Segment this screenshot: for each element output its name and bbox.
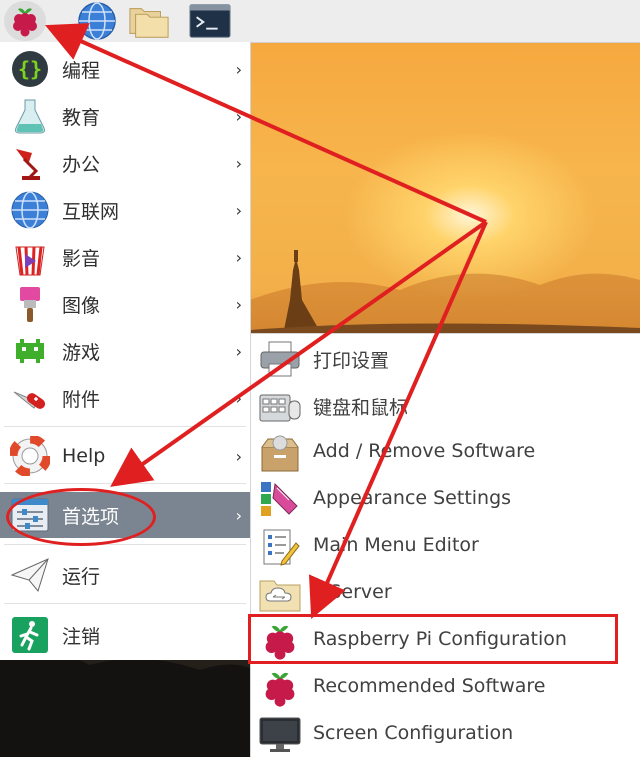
- submenu-arrow-icon: ›: [235, 200, 242, 220]
- main-menu: {} 编程 › 教育 › 办公 › 互联网 › 影音 › 图像 › 游戏 › 附…: [0, 42, 251, 660]
- menu-item-help[interactable]: Help ›: [0, 433, 250, 479]
- taskbar: [0, 0, 640, 43]
- submenu-item-screen-configuration[interactable]: Screen Configuration: [251, 711, 640, 757]
- menu-item-label: 游戏: [62, 341, 101, 364]
- menu-item-accessories[interactable]: 附件 ›: [0, 375, 250, 421]
- globe-icon: [78, 2, 116, 40]
- submenu-arrow-icon: ›: [235, 388, 242, 408]
- menu-item-label: 运行: [62, 565, 101, 588]
- code-braces-icon: {}: [8, 48, 52, 90]
- terminal-icon: [189, 4, 231, 38]
- menu-item-label: 办公: [62, 153, 101, 176]
- menu-item-games[interactable]: 游戏 ›: [0, 328, 250, 374]
- flask-icon: [8, 95, 52, 137]
- terminal-button[interactable]: [189, 1, 231, 41]
- preferences-icon: [8, 494, 52, 536]
- file-manager-button[interactable]: [128, 1, 170, 41]
- menu-item-label: 互联网: [62, 200, 120, 223]
- raspberry-icon: [257, 620, 303, 662]
- menu-item-logout[interactable]: 注销: [0, 612, 250, 658]
- submenu-arrow-icon: ›: [235, 294, 242, 314]
- software-box-icon: [257, 432, 303, 474]
- web-browser-button[interactable]: [76, 1, 118, 41]
- menu-item-graphics[interactable]: 图像 ›: [0, 281, 250, 327]
- preferences-submenu: 打印设置 键盘和鼠标 Add / Remove Software Appeara…: [250, 333, 640, 757]
- globe-icon: [8, 189, 52, 231]
- submenu-arrow-icon: ›: [235, 247, 242, 267]
- menu-item-run[interactable]: 运行: [0, 552, 250, 598]
- menu-separator: [4, 544, 246, 545]
- submenu-item-recommended-software[interactable]: Recommended Software: [251, 664, 640, 711]
- space-invader-icon: [8, 330, 52, 372]
- desktop: {} 编程 › 教育 › 办公 › 互联网 › 影音 › 图像 › 游戏 › 附…: [0, 0, 640, 757]
- menu-item-label: Help: [62, 445, 106, 467]
- lifebuoy-icon: [8, 435, 52, 477]
- submenu-item-label: Raspberry Pi Configuration: [313, 628, 567, 650]
- submenu-item-label: Recommended Software: [313, 675, 546, 697]
- monitor-icon: [257, 714, 303, 756]
- menu-separator: [4, 426, 246, 427]
- swiss-knife-icon: [8, 377, 52, 419]
- appearance-palette-icon: [257, 479, 303, 521]
- submenu-item-label: Screen Configuration: [313, 722, 514, 744]
- menu-item-sound-video[interactable]: 影音 ›: [0, 234, 250, 280]
- submenu-item-appearance-settings[interactable]: Appearance Settings: [251, 476, 640, 523]
- submenu-item-label: 打印设置: [313, 350, 390, 372]
- menu-item-label: 影音: [62, 247, 101, 270]
- submenu-arrow-icon: ›: [235, 446, 242, 466]
- submenu-item-label: Add / Remove Software: [313, 440, 536, 462]
- submenu-arrow-icon: ›: [235, 505, 242, 525]
- submenu-item-keyboard-mouse[interactable]: 键盘和鼠标: [251, 382, 640, 429]
- menu-item-label: 附件: [62, 388, 101, 411]
- submenu-arrow-icon: ›: [235, 153, 242, 173]
- menu-item-internet[interactable]: 互联网 ›: [0, 187, 250, 233]
- printer-icon: [257, 338, 303, 380]
- cloud-folder-icon: [257, 573, 303, 615]
- paper-plane-icon: [8, 554, 52, 596]
- menu-item-education[interactable]: 教育 ›: [0, 93, 250, 139]
- submenu-arrow-icon: ›: [235, 106, 242, 126]
- menu-item-preferences[interactable]: 首选项 ›: [0, 492, 250, 538]
- folders-icon: [129, 8, 169, 38]
- submenu-item-piserver[interactable]: PiServer: [251, 570, 640, 617]
- menu-item-label: 教育: [62, 106, 101, 129]
- submenu-item-label: PiServer: [313, 581, 392, 603]
- submenu-arrow-icon: ›: [235, 59, 242, 79]
- menu-item-office[interactable]: 办公 ›: [0, 140, 250, 186]
- popcorn-icon: [8, 236, 52, 278]
- menu-item-label: 编程: [62, 59, 101, 82]
- exit-running-man-icon: [8, 614, 52, 656]
- submenu-item-label: Main Menu Editor: [313, 534, 479, 556]
- menu-item-programming[interactable]: {} 编程 ›: [0, 46, 250, 92]
- submenu-item-label: Appearance Settings: [313, 487, 512, 509]
- menu-item-label: 注销: [62, 625, 101, 648]
- menu-launcher-button[interactable]: [4, 1, 46, 41]
- svg-text:{}: {}: [18, 57, 42, 81]
- paintbrush-icon: [8, 283, 52, 325]
- submenu-item-raspberry-pi-configuration[interactable]: Raspberry Pi Configuration: [251, 617, 640, 664]
- menu-separator: [4, 603, 246, 604]
- submenu-item-main-menu-editor[interactable]: Main Menu Editor: [251, 523, 640, 570]
- submenu-item-label: 键盘和鼠标: [313, 397, 409, 419]
- submenu-item-print-settings[interactable]: 打印设置: [251, 335, 640, 382]
- raspberry-icon: [13, 8, 37, 37]
- menu-item-label: 首选项: [62, 505, 120, 528]
- keyboard-mouse-icon: [257, 385, 303, 427]
- raspberry-icon: [257, 667, 303, 709]
- menu-item-label: 图像: [62, 294, 101, 317]
- submenu-item-add-remove-software[interactable]: Add / Remove Software: [251, 429, 640, 476]
- submenu-arrow-icon: ›: [235, 341, 242, 361]
- menu-editor-icon: [257, 526, 303, 568]
- desk-lamp-icon: [8, 142, 52, 184]
- menu-separator: [4, 483, 246, 484]
